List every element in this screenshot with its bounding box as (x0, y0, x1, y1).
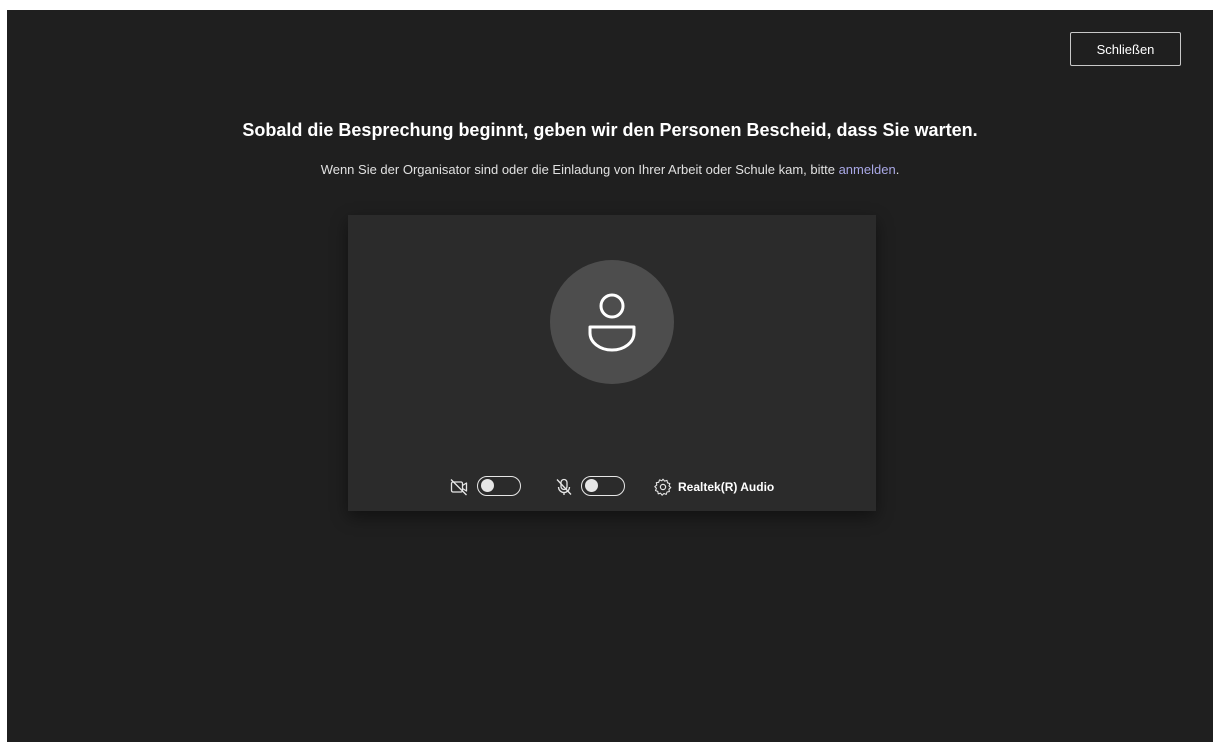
waiting-headline: Sobald die Besprechung beginnt, geben wi… (242, 120, 978, 140)
signin-hint: Wenn Sie der Organisator sind oder die E… (7, 161, 1213, 179)
camera-off-icon (450, 479, 468, 496)
signin-link[interactable]: anmelden (839, 162, 896, 177)
device-controls: Realtek(R) Audio (348, 473, 876, 501)
camera-toggle-knob (481, 479, 494, 492)
microphone-toggle[interactable] (581, 476, 625, 496)
audio-device-label[interactable]: Realtek(R) Audio (678, 479, 774, 495)
video-preview: Realtek(R) Audio (348, 215, 876, 511)
mic-off-icon (556, 478, 572, 495)
microphone-toggle-knob (585, 479, 598, 492)
gear-icon[interactable] (653, 477, 673, 497)
signin-hint-end: . (895, 162, 900, 177)
signin-hint-text: Wenn Sie der Organisator sind oder die E… (320, 162, 839, 177)
avatar (550, 260, 674, 384)
pre-join-screen: Schließen Sobald die Besprechung beginnt… (7, 10, 1213, 742)
camera-toggle[interactable] (477, 476, 521, 496)
close-button[interactable]: Schließen (1070, 32, 1181, 66)
person-icon (588, 293, 636, 352)
